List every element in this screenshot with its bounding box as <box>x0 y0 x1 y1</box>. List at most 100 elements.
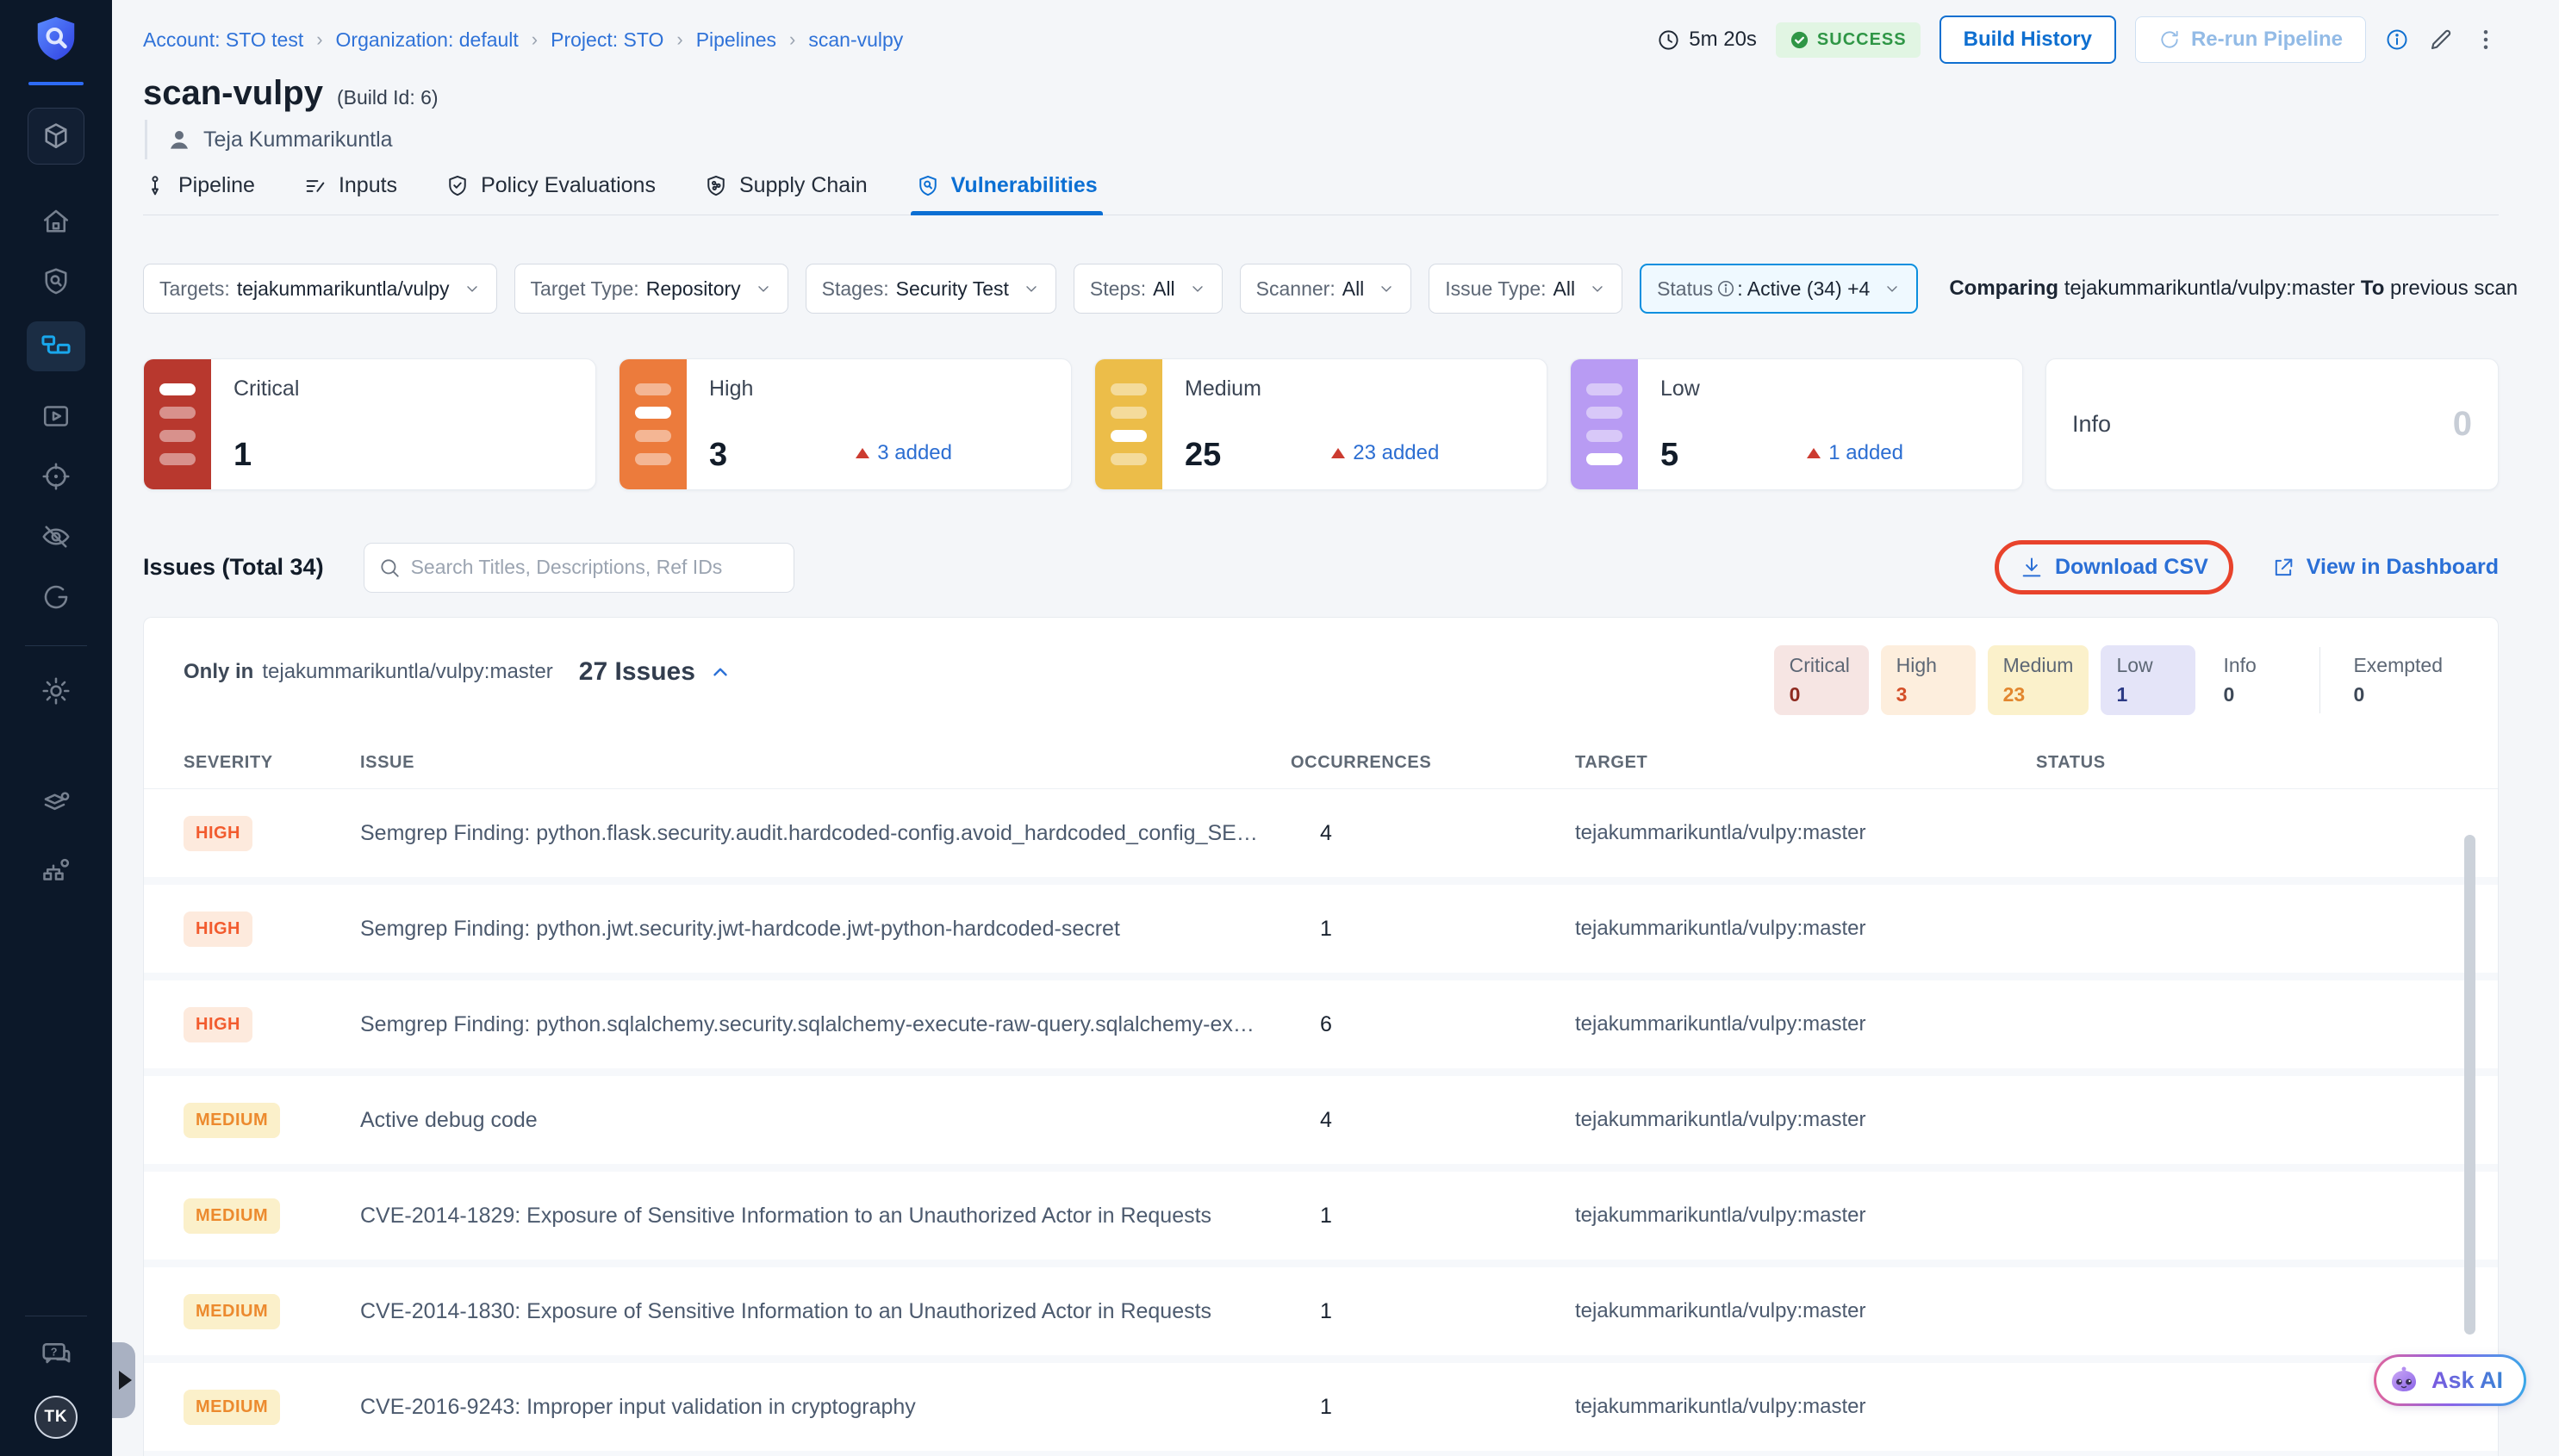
filter-scanner[interactable]: Scanner: All <box>1240 264 1412 314</box>
col-severity: SEVERITY <box>184 753 360 773</box>
issues-search[interactable] <box>364 543 794 593</box>
executions-play-icon[interactable] <box>40 401 72 432</box>
sidebar-expand-handle[interactable] <box>112 1342 135 1418</box>
table-row[interactable]: MEDIUM CVE-2016-9243: Improper input val… <box>144 1363 2498 1451</box>
breadcrumb-org[interactable]: Organization: default <box>336 28 519 52</box>
chevron-up-icon[interactable] <box>709 661 732 683</box>
tab-inputs[interactable]: Inputs <box>303 173 397 215</box>
tab-supply-chain[interactable]: Supply Chain <box>704 173 868 215</box>
col-issue: ISSUE <box>360 753 1291 773</box>
chevron-down-icon <box>1189 280 1206 297</box>
hierarchy-gear-icon[interactable] <box>40 855 72 886</box>
filter-value: tejakummarikuntla/vulpy <box>237 277 450 301</box>
chip-label: Exempted <box>2353 654 2443 677</box>
chip-medium[interactable]: Medium 23 <box>1988 645 2089 715</box>
filter-status[interactable]: Status : Active (34) +4 <box>1640 264 1918 314</box>
table-row[interactable]: MEDIUM CVE-2014-1829: Exposure of Sensit… <box>144 1172 2498 1260</box>
occurrences-count: 1 <box>1291 917 1575 942</box>
low-severity-gauge-icon <box>1571 359 1638 489</box>
inputs-tab-icon <box>303 174 327 198</box>
filter-stages[interactable]: Stages: Security Test <box>806 264 1056 314</box>
critical-card[interactable]: Critical 1 <box>143 358 596 490</box>
user-avatar[interactable]: TK <box>34 1396 78 1439</box>
occurrences-count: 4 <box>1291 1108 1575 1133</box>
severity-badge: HIGH <box>184 1007 252 1042</box>
left-sidebar: ? TK <box>0 0 112 1456</box>
status-badge-label: SUCCESS <box>1817 30 1907 50</box>
edit-pencil-icon[interactable] <box>2428 27 2454 53</box>
target-name: tejakummarikuntla/vulpy:master <box>1575 1395 2036 1419</box>
view-in-dashboard-button[interactable]: View in Dashboard <box>2271 555 2499 580</box>
tab-vulnerabilities[interactable]: Vulnerabilities <box>916 173 1098 215</box>
target-name: tejakummarikuntla/vulpy:master <box>1575 1204 2036 1228</box>
targets-crosshair-icon[interactable] <box>40 461 72 492</box>
red-annotation-circle: Download CSV <box>1995 540 2233 594</box>
low-card[interactable]: Low 5 1 added <box>1570 358 2023 490</box>
info-icon[interactable] <box>2385 28 2409 52</box>
kebab-menu-icon[interactable] <box>2473 27 2499 53</box>
vertical-scrollbar[interactable] <box>2464 835 2475 1335</box>
filter-targets[interactable]: Targets: tejakummarikuntla/vulpy <box>143 264 497 314</box>
filter-target-type[interactable]: Target Type: Repository <box>514 264 788 314</box>
chip-exempted[interactable]: Exempted 0 <box>2338 645 2458 715</box>
home-icon[interactable] <box>40 206 72 237</box>
rerun-label: Re-run Pipeline <box>2191 28 2343 52</box>
filter-steps[interactable]: Steps: All <box>1074 264 1223 314</box>
breadcrumb-current[interactable]: scan-vulpy <box>808 28 903 52</box>
issue-title: CVE-2014-1830: Exposure of Sensitive Inf… <box>360 1299 1291 1324</box>
table-row[interactable]: MEDIUM CVE-2014-1830: Exposure of Sensit… <box>144 1267 2498 1355</box>
card-count: 5 <box>1660 437 1678 474</box>
settings-gear-icon[interactable] <box>40 675 72 706</box>
issues-table: HIGH Semgrep Finding: python.flask.secur… <box>144 788 2498 1456</box>
filter-value: All <box>1342 277 1365 301</box>
severity-cards: Critical 1 High 3 3 added Medium <box>143 358 2499 490</box>
high-card[interactable]: High 3 3 added <box>619 358 1072 490</box>
high-severity-gauge-icon <box>620 359 687 489</box>
help-chat-icon[interactable]: ? <box>40 1339 72 1372</box>
filter-value: : Active (34) +4 <box>1737 277 1870 301</box>
top-bar: Account: STO test › Organization: defaul… <box>143 16 2499 64</box>
table-row[interactable]: HIGH Semgrep Finding: python.sqlalchemy.… <box>144 980 2498 1068</box>
target-name: tejakummarikuntla/vulpy:master <box>1575 917 2036 941</box>
issue-title: Semgrep Finding: python.sqlalchemy.secur… <box>360 1012 1291 1037</box>
eye-off-icon[interactable] <box>40 521 72 552</box>
breadcrumb-project[interactable]: Project: STO <box>551 28 663 52</box>
ask-ai-button[interactable]: Ask AI <box>2374 1354 2526 1406</box>
shield-search-icon[interactable] <box>40 266 72 297</box>
pipelines-icon[interactable] <box>27 321 85 371</box>
search-input[interactable] <box>411 556 780 579</box>
filter-issue-type[interactable]: Issue Type: All <box>1429 264 1622 314</box>
tab-pipeline[interactable]: Pipeline <box>143 173 255 215</box>
table-row[interactable]: MEDIUM Active debug code 4 tejakummariku… <box>144 1076 2498 1164</box>
added-text: 3 added <box>877 441 952 465</box>
download-csv-button[interactable]: Download CSV <box>2020 555 2208 580</box>
tab-policy-evaluations[interactable]: Policy Evaluations <box>445 173 656 215</box>
severity-badge: HIGH <box>184 816 252 851</box>
chip-label: Critical <box>1790 654 1853 677</box>
breadcrumb-pipelines[interactable]: Pipelines <box>696 28 776 52</box>
info-card[interactable]: Info 0 <box>2045 358 2499 490</box>
sto-shield-logo-icon[interactable] <box>30 14 82 70</box>
chip-high[interactable]: High 3 <box>1881 645 1976 715</box>
filter-label: Status <box>1657 277 1713 301</box>
breadcrumb-account[interactable]: Account: STO test <box>143 28 303 52</box>
comparing-label: Comparing <box>1949 277 2058 300</box>
medium-card[interactable]: Medium 25 23 added <box>1094 358 1547 490</box>
chip-label: Medium <box>2003 654 2074 677</box>
chip-label: Info <box>2223 654 2287 677</box>
layers-gear-icon[interactable] <box>40 789 72 820</box>
chip-low[interactable]: Low 1 <box>2101 645 2195 715</box>
rerun-pipeline-button[interactable]: Re-run Pipeline <box>2135 16 2366 63</box>
chevron-down-icon <box>1378 280 1395 297</box>
power-icon[interactable] <box>40 582 72 613</box>
target-name: tejakummarikuntla/vulpy:master <box>1575 1299 2036 1323</box>
severity-badge: MEDIUM <box>184 1103 280 1138</box>
module-cube-icon[interactable] <box>28 108 84 165</box>
chip-critical[interactable]: Critical 0 <box>1774 645 1869 715</box>
table-row[interactable]: HIGH Semgrep Finding: python.flask.secur… <box>144 789 2498 877</box>
table-row[interactable]: HIGH Semgrep Finding: python.jwt.securit… <box>144 885 2498 973</box>
build-history-button[interactable]: Build History <box>1939 16 2116 64</box>
tab-label: Policy Evaluations <box>481 173 656 198</box>
chip-info[interactable]: Info 0 <box>2207 645 2302 715</box>
card-count: 25 <box>1185 437 1221 474</box>
